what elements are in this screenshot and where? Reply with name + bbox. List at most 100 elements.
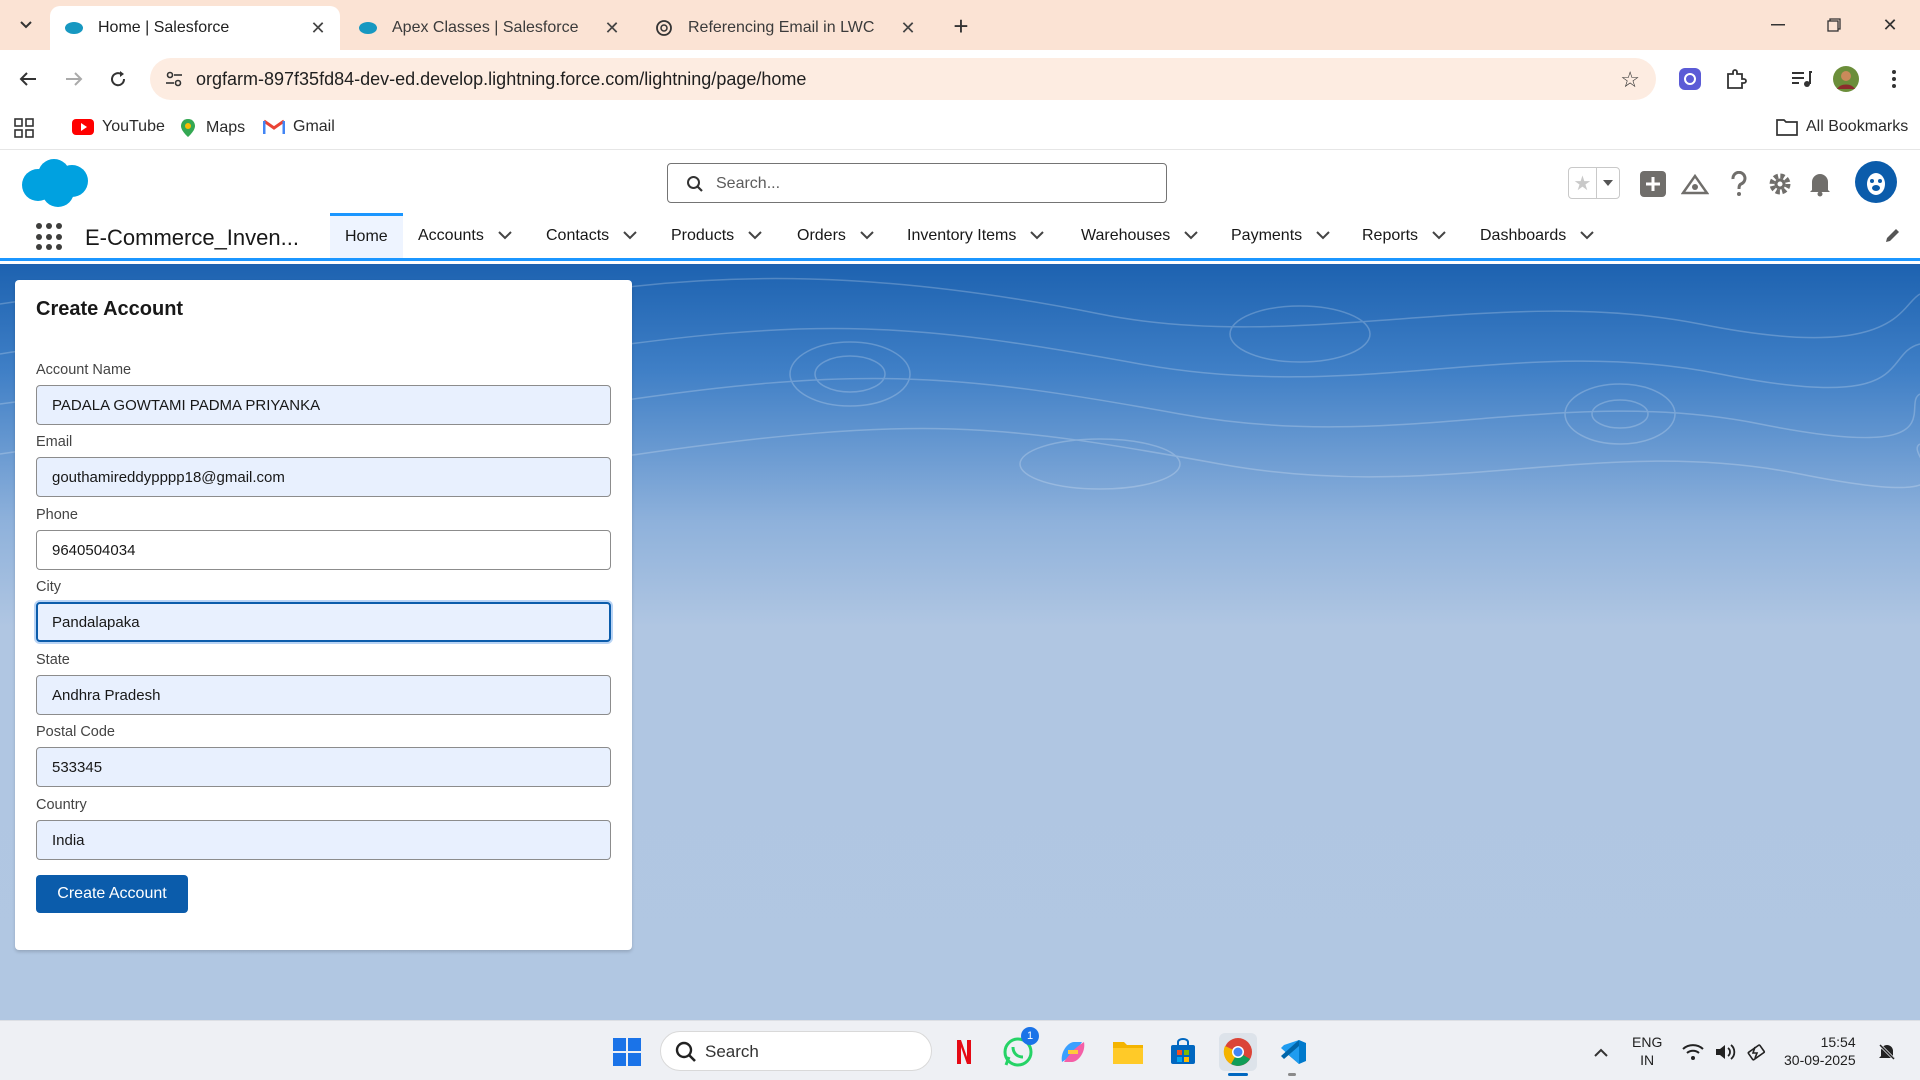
- vscode-icon[interactable]: [1274, 1033, 1312, 1071]
- chevron-down-icon[interactable]: [1580, 231, 1594, 240]
- browser-tab-strip: Home | Salesforce ✕ Apex Classes | Sales…: [0, 0, 1920, 50]
- new-tab-icon[interactable]: +: [946, 11, 976, 41]
- file-explorer-icon[interactable]: [1109, 1033, 1147, 1071]
- close-tab-icon[interactable]: ✕: [308, 18, 328, 38]
- nav-label: Contacts: [546, 226, 610, 244]
- google-maps-icon: [178, 118, 198, 138]
- nav-tab-inventory-items[interactable]: Inventory Items: [907, 213, 1045, 258]
- edit-nav-pencil-icon[interactable]: [1884, 226, 1902, 249]
- forward-arrow-icon[interactable]: [58, 63, 90, 95]
- email-input[interactable]: [36, 457, 611, 497]
- state-label: State: [36, 652, 70, 668]
- clock[interactable]: 15:54 30-09-2025: [1784, 1033, 1856, 1069]
- taskbar-search[interactable]: Search: [660, 1031, 932, 1071]
- close-tab-icon[interactable]: ✕: [898, 18, 918, 38]
- notifications-bell-icon[interactable]: [1805, 169, 1835, 199]
- profile-avatar-icon[interactable]: [1832, 65, 1860, 93]
- chrome-menu-icon[interactable]: [1880, 65, 1908, 93]
- show-hidden-icons-chevron-icon[interactable]: [1582, 1033, 1620, 1071]
- nav-tab-orders[interactable]: Orders: [797, 213, 874, 258]
- chevron-down-icon[interactable]: [748, 231, 762, 240]
- volume-icon[interactable]: [1710, 1033, 1740, 1071]
- chevron-down-icon[interactable]: [1184, 231, 1198, 240]
- bookmark-label: YouTube: [102, 118, 165, 135]
- bookmark-maps[interactable]: Maps: [178, 118, 245, 138]
- media-control-icon[interactable]: [1788, 65, 1816, 93]
- copilot-icon[interactable]: [1054, 1033, 1092, 1071]
- bookmark-youtube[interactable]: YouTube: [72, 118, 165, 136]
- chevron-down-icon[interactable]: [623, 231, 637, 240]
- tab-search-chevron-icon[interactable]: [12, 11, 40, 39]
- nav-label: Home: [345, 228, 388, 245]
- bookmark-gmail[interactable]: Gmail: [263, 118, 335, 136]
- favorites-dropdown-icon[interactable]: [1597, 168, 1619, 198]
- clock-time: 15:54: [1820, 1034, 1856, 1050]
- nav-tab-payments[interactable]: Payments: [1231, 213, 1330, 258]
- close-tab-icon[interactable]: ✕: [602, 18, 622, 38]
- nav-tab-home[interactable]: Home: [330, 213, 403, 258]
- setup-gear-icon[interactable]: [1765, 169, 1795, 199]
- postal-code-input[interactable]: [36, 747, 611, 787]
- all-bookmarks-label: All Bookmarks: [1806, 118, 1909, 135]
- wifi-icon[interactable]: [1678, 1033, 1708, 1071]
- battery-charging-icon[interactable]: [1742, 1033, 1772, 1071]
- state-input[interactable]: [36, 675, 611, 715]
- extension-icon[interactable]: [1676, 65, 1704, 93]
- city-input[interactable]: [36, 602, 611, 642]
- postal-code-label: Postal Code: [36, 724, 115, 740]
- folder-icon: [1776, 118, 1798, 136]
- global-search-box[interactable]: [667, 163, 1167, 203]
- help-question-icon[interactable]: [1724, 169, 1754, 199]
- minimize-icon[interactable]: [1758, 8, 1798, 42]
- global-search-input[interactable]: [716, 172, 1146, 196]
- country-input[interactable]: [36, 820, 611, 860]
- notification-center-icon[interactable]: [1872, 1033, 1902, 1071]
- nav-tab-dashboards[interactable]: Dashboards: [1480, 213, 1594, 258]
- chevron-down-icon[interactable]: [1432, 231, 1446, 240]
- app-launcher-icon[interactable]: [36, 223, 64, 251]
- netflix-icon[interactable]: [945, 1033, 983, 1071]
- address-bar[interactable]: orgfarm-897f35fd84-dev-ed.develop.lightn…: [150, 58, 1656, 100]
- chrome-icon[interactable]: [1219, 1033, 1257, 1071]
- nav-label: Warehouses: [1081, 226, 1171, 244]
- reload-icon[interactable]: [102, 63, 134, 95]
- chrome-active-indicator: [1228, 1073, 1248, 1076]
- taskbar-search-label: Search: [705, 1042, 759, 1061]
- browser-tab-apex-classes[interactable]: Apex Classes | Salesforce ✕: [344, 6, 634, 50]
- puzzle-extensions-icon[interactable]: [1722, 65, 1750, 93]
- microsoft-store-icon[interactable]: [1164, 1033, 1202, 1071]
- nav-tab-reports[interactable]: Reports: [1362, 213, 1446, 258]
- windows-start-icon[interactable]: [608, 1033, 646, 1071]
- restore-icon[interactable]: [1814, 8, 1854, 42]
- phone-input[interactable]: [36, 530, 611, 570]
- windows-taskbar: Search 1 ENG IN 15:54 30-09-2025: [0, 1020, 1920, 1080]
- browser-tab-home[interactable]: Home | Salesforce ✕: [50, 6, 340, 50]
- salesforce-logo[interactable]: [18, 157, 92, 214]
- apps-grid-icon[interactable]: [14, 118, 34, 138]
- search-icon: [675, 1041, 697, 1068]
- account-name-input[interactable]: [36, 385, 611, 425]
- chevron-down-icon[interactable]: [1316, 231, 1330, 240]
- back-arrow-icon[interactable]: [12, 63, 44, 95]
- chevron-down-icon[interactable]: [1030, 231, 1045, 240]
- create-account-button[interactable]: Create Account: [36, 875, 188, 913]
- user-avatar[interactable]: [1855, 161, 1897, 203]
- language-indicator[interactable]: ENG IN: [1632, 1033, 1662, 1069]
- tab-title: Apex Classes | Salesforce: [392, 19, 579, 36]
- trailhead-guidance-icon[interactable]: [1680, 169, 1710, 199]
- chevron-down-icon[interactable]: [498, 231, 512, 240]
- email-label: Email: [36, 434, 73, 450]
- close-window-icon[interactable]: ✕: [1870, 8, 1910, 42]
- nav-tab-accounts[interactable]: Accounts: [418, 213, 512, 258]
- nav-tab-products[interactable]: Products: [671, 213, 762, 258]
- favorite-star-icon[interactable]: ★: [1569, 168, 1597, 198]
- browser-tab-referencing-email[interactable]: Referencing Email in LWC ✕: [640, 6, 930, 50]
- nav-tab-warehouses[interactable]: Warehouses: [1081, 213, 1198, 258]
- bookmark-star-icon[interactable]: ☆: [1620, 67, 1640, 93]
- site-info-icon[interactable]: [164, 69, 184, 94]
- all-bookmarks[interactable]: All Bookmarks: [1776, 118, 1908, 136]
- chevron-down-icon[interactable]: [860, 231, 874, 240]
- nav-tab-contacts[interactable]: Contacts: [546, 213, 637, 258]
- global-actions-plus-icon[interactable]: [1638, 169, 1668, 199]
- salesforce-cloud-icon: [64, 18, 84, 38]
